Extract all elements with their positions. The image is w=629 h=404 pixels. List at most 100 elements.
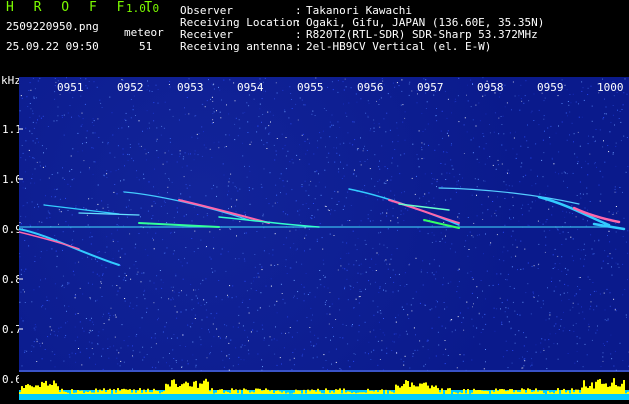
noise-speck xyxy=(554,291,555,292)
noise-speck xyxy=(299,209,300,210)
noise-speck xyxy=(306,235,307,236)
noise-speck xyxy=(393,208,394,209)
noise-speck xyxy=(129,336,130,337)
noise-speck xyxy=(319,132,320,133)
noise-speck xyxy=(579,289,580,290)
power-bar xyxy=(425,382,427,394)
noise-speck xyxy=(485,361,486,362)
noise-speck xyxy=(198,289,199,290)
noise-speck xyxy=(149,90,150,91)
noise-speck xyxy=(423,158,424,159)
noise-speck xyxy=(206,247,207,248)
noise-speck xyxy=(107,339,108,340)
noise-speck xyxy=(440,241,441,242)
noise-speck xyxy=(427,341,428,342)
noise-speck xyxy=(520,269,521,270)
noise-speck xyxy=(498,118,499,119)
noise-speck xyxy=(88,225,89,226)
noise-speck xyxy=(388,93,389,94)
noise-speck xyxy=(419,231,420,232)
noise-speck xyxy=(285,266,286,267)
noise-speck xyxy=(438,345,439,346)
noise-speck xyxy=(179,120,180,121)
noise-speck xyxy=(346,116,347,117)
noise-speck xyxy=(262,329,263,330)
noise-speck xyxy=(475,247,476,248)
noise-speck xyxy=(54,331,55,332)
noise-speck xyxy=(50,326,51,327)
noise-speck xyxy=(128,206,129,207)
noise-speck xyxy=(621,140,622,141)
noise-speck xyxy=(309,185,310,186)
noise-speck xyxy=(96,209,97,210)
noise-speck xyxy=(583,219,584,220)
noise-speck xyxy=(207,317,208,318)
power-bar xyxy=(475,390,477,394)
noise-speck xyxy=(617,264,618,265)
noise-speck xyxy=(557,229,558,230)
noise-speck xyxy=(269,203,270,204)
noise-speck xyxy=(322,249,323,250)
noise-speck xyxy=(516,158,517,159)
noise-speck xyxy=(627,94,628,95)
noise-speck xyxy=(600,129,601,130)
noise-speck xyxy=(427,101,428,102)
noise-speck xyxy=(338,270,339,271)
noise-speck xyxy=(185,247,186,248)
noise-speck xyxy=(353,287,354,288)
noise-speck xyxy=(129,268,130,269)
noise-speck xyxy=(610,335,611,336)
noise-speck xyxy=(582,117,583,118)
noise-speck xyxy=(563,312,564,313)
noise-speck xyxy=(287,181,288,182)
noise-speck xyxy=(206,302,207,303)
noise-speck xyxy=(108,358,109,359)
noise-speck xyxy=(366,196,367,197)
noise-speck xyxy=(354,170,355,171)
noise-speck xyxy=(302,186,303,187)
noise-speck xyxy=(151,218,152,219)
noise-speck xyxy=(41,118,42,119)
noise-speck xyxy=(45,349,46,350)
noise-speck xyxy=(37,224,38,225)
noise-speck xyxy=(517,314,518,315)
noise-speck xyxy=(604,250,605,251)
noise-speck xyxy=(569,134,570,135)
noise-speck xyxy=(563,330,564,331)
noise-speck xyxy=(25,188,26,189)
noise-speck xyxy=(197,214,198,215)
noise-speck xyxy=(238,135,239,136)
noise-speck xyxy=(235,100,236,101)
power-bar xyxy=(193,382,195,394)
noise-speck xyxy=(106,173,107,174)
noise-speck xyxy=(613,299,614,300)
noise-speck xyxy=(359,265,360,266)
noise-speck xyxy=(58,107,59,108)
noise-speck xyxy=(330,340,331,341)
noise-speck xyxy=(226,104,227,105)
power-bar xyxy=(531,392,533,394)
noise-speck xyxy=(609,231,610,232)
noise-speck xyxy=(368,214,369,215)
noise-speck xyxy=(177,208,178,209)
noise-speck xyxy=(252,188,253,189)
noise-speck xyxy=(385,131,386,132)
noise-speck xyxy=(117,230,118,231)
noise-speck xyxy=(80,96,81,97)
power-bar xyxy=(31,386,33,394)
noise-speck xyxy=(172,349,173,350)
noise-speck xyxy=(216,187,217,188)
noise-speck xyxy=(75,295,76,296)
noise-speck xyxy=(48,211,49,212)
noise-speck xyxy=(577,343,578,344)
noise-speck xyxy=(577,195,578,196)
noise-speck xyxy=(102,142,103,143)
noise-speck xyxy=(386,213,387,214)
noise-speck xyxy=(54,235,55,236)
noise-speck xyxy=(308,195,309,196)
noise-speck xyxy=(275,185,276,186)
noise-speck xyxy=(157,139,158,140)
power-bar xyxy=(43,383,45,394)
noise-speck xyxy=(335,319,336,320)
power-bar xyxy=(183,383,185,394)
